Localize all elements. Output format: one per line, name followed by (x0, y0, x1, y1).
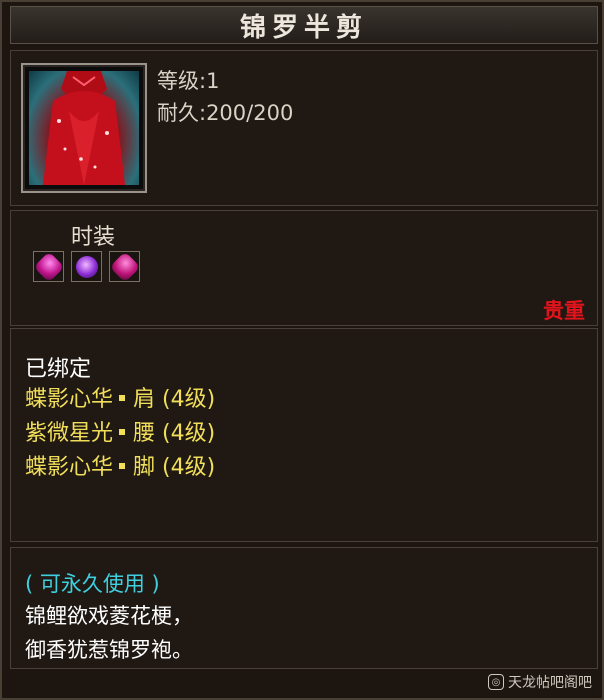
bullet-icon (119, 394, 126, 401)
item-category: 时装 (71, 225, 116, 250)
watermark-icon: ◎ (488, 674, 504, 690)
set-item-name: 蝶影心华 (25, 455, 114, 480)
dress-illustration (43, 71, 125, 185)
flavor-text-line-2: 御香犹惹锦罗袍。 (25, 638, 193, 662)
set-item-part: 脚 (4级) (133, 455, 216, 480)
item-title: 锦罗半剪 (239, 12, 368, 43)
item-portrait-image (29, 71, 139, 185)
flavor-text-line-1: 锦鲤欲戏菱花梗， (25, 604, 193, 628)
set-item-part: 腰 (4级) (133, 421, 216, 446)
set-item: 紫微星光腰 (4级) (25, 417, 215, 451)
level-stat: 等级:1 (157, 69, 220, 93)
set-item: 蝶影心华脚 (4级) (25, 451, 215, 485)
purple-gem-icon[interactable] (71, 251, 102, 282)
rarity-label: 贵重 (543, 299, 585, 323)
bullet-icon (119, 462, 126, 469)
title-bar: 锦罗半剪 (10, 6, 598, 44)
bullet-icon (119, 428, 126, 435)
set-item-part: 肩 (4级) (133, 387, 216, 412)
item-tooltip: 锦罗半剪 等级:1 耐久:200/200 时装 贵重 已绑定 蝶影心华 肩 (4… (0, 0, 604, 700)
pink-gem-icon[interactable] (108, 250, 141, 283)
watermark: ◎ 天龙帖吧阁吧 (488, 672, 592, 692)
usage-duration: ( 可永久使用 ) (25, 572, 160, 596)
pink-gem-icon[interactable] (32, 250, 65, 283)
set-item-list: 蝶影心华肩 (4级) 紫微星光腰 (4级) 蝶影心华脚 (4级) (25, 383, 215, 485)
set-item: 蝶影心华肩 (4级) (25, 383, 215, 417)
item-portrait-frame (21, 63, 147, 193)
category-panel: 时装 贵重 (10, 210, 598, 326)
durability-stat: 耐久:200/200 (157, 101, 294, 125)
watermark-text: 天龙帖吧阁吧 (508, 675, 592, 691)
set-item-name: 紫微星光 (25, 421, 114, 446)
set-item-name: 蝶影心华 (25, 387, 114, 412)
item-info-panel: 等级:1 耐久:200/200 (10, 50, 598, 206)
binding-panel: 已绑定 蝶影心华肩 (4级) 紫微星光腰 (4级) 蝶影心华脚 (4级) (10, 328, 598, 542)
gem-slots (32, 250, 141, 283)
description-panel: ( 可永久使用 ) 锦鲤欲戏菱花梗， 御香犹惹锦罗袍。 (10, 547, 598, 669)
binding-status: 已绑定 (25, 357, 92, 382)
